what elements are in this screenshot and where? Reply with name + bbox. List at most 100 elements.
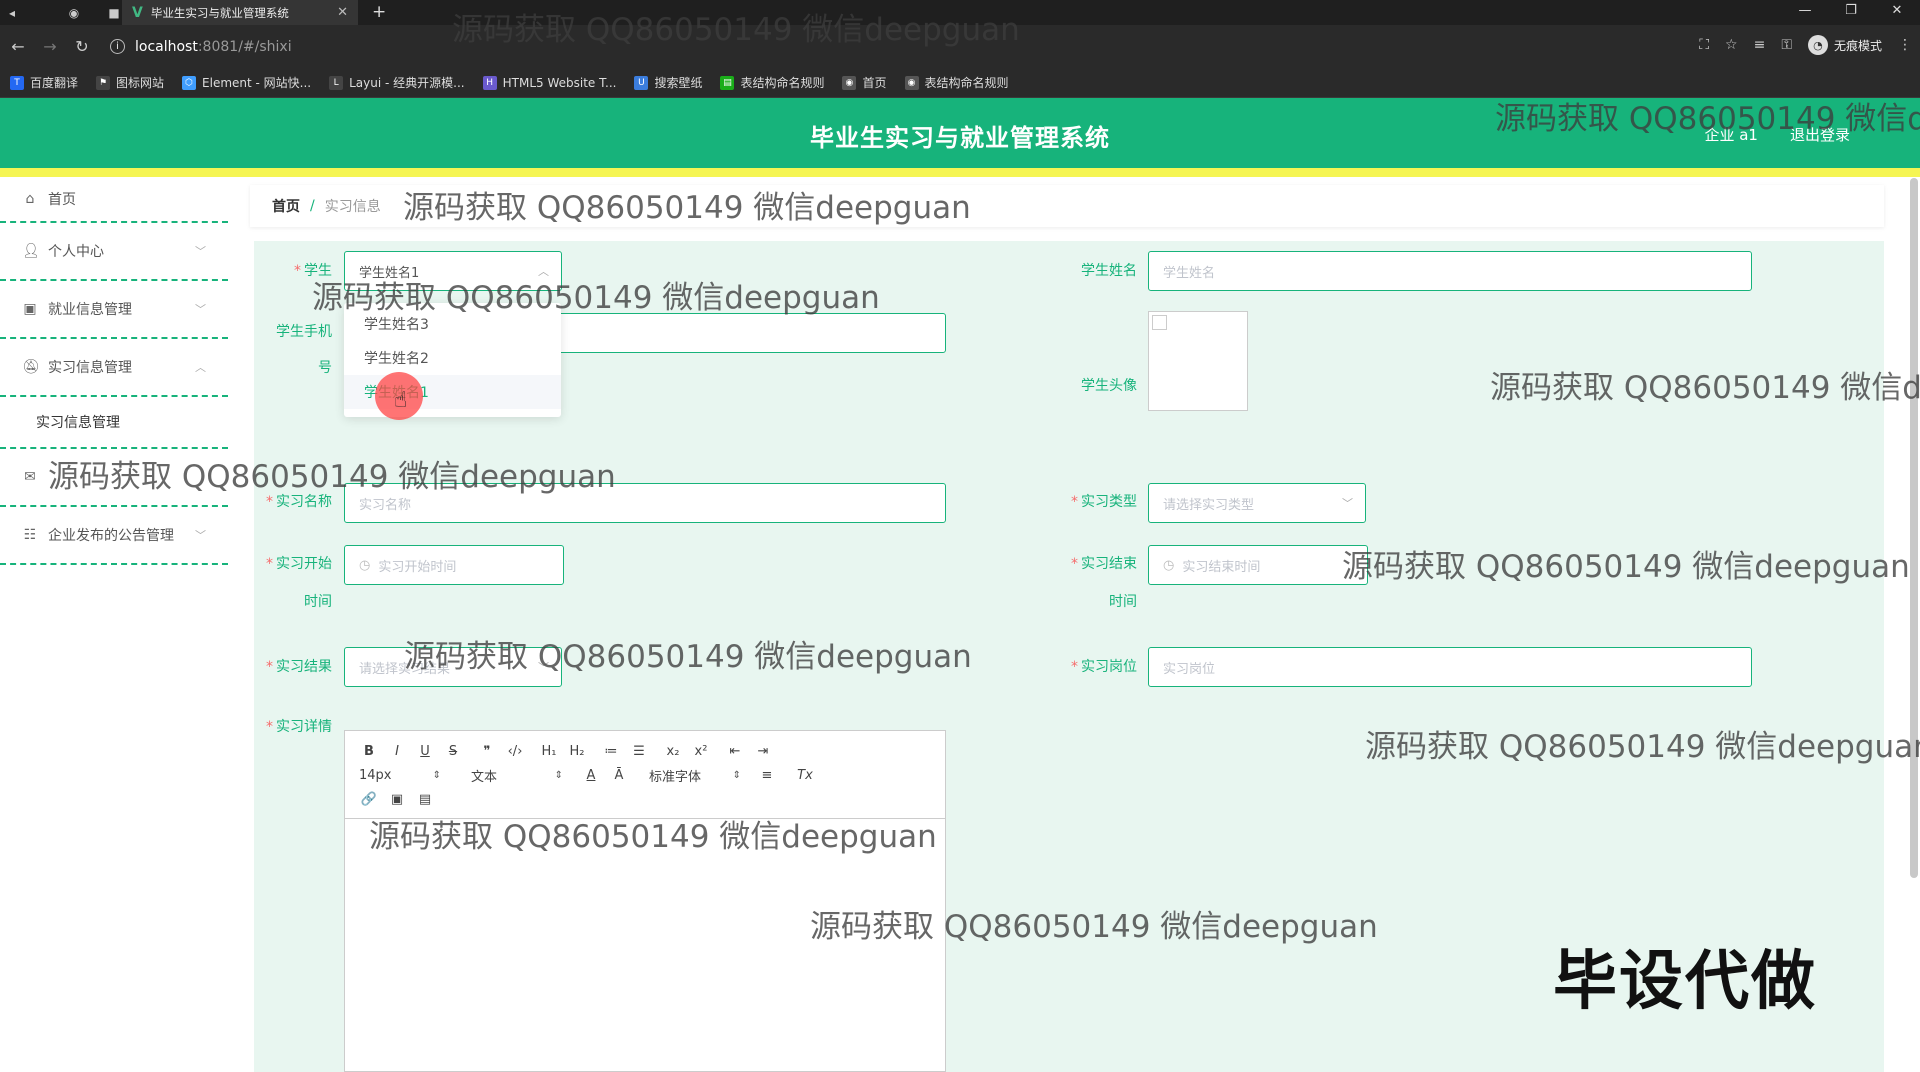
bookmark-item[interactable]: H HTML5 Website T... [482, 75, 616, 90]
start-time-picker[interactable]: ◷ 实习开始时间 [344, 545, 564, 585]
toolbar-row-format: B I U S ❞ ‹/› H₁ H₂ ≔ ☰ x₂ x² ⇤ ⇥ [355, 739, 935, 763]
sidebar-item-employment[interactable]: ▣ 就业信息管理 ﹀ [0, 281, 228, 339]
student-name-input[interactable]: 学生姓名 [1148, 251, 1752, 291]
watermark-stamp: 毕设代做 [1553, 945, 1817, 1019]
strike-button[interactable]: S [439, 744, 467, 759]
italic-button[interactable]: I [383, 744, 411, 759]
font-color-button[interactable]: A [577, 768, 605, 783]
end-time-label: * 实习结束 时间 [1071, 556, 1137, 610]
blockquote-button[interactable]: ❞ [473, 744, 501, 759]
updown-icon: ⇕ [732, 769, 741, 781]
toolbar-row-insert: 🔗 ▣ ▤ [355, 787, 935, 811]
header2-button[interactable]: H₂ [563, 744, 591, 759]
close-window-icon[interactable]: ✕ [1874, 0, 1920, 22]
sidebar-item-internship[interactable]: 🔕︎ 实习信息管理 ︿ [0, 339, 228, 397]
sidebar-item-announcements[interactable]: ☷ 企业发布的公告管理 ﹀ [0, 507, 228, 565]
translate-icon[interactable]: ⛶ [1699, 37, 1709, 53]
back-icon[interactable]: ← [4, 37, 32, 56]
restore-icon[interactable]: ❐ [1828, 0, 1874, 22]
video-button[interactable]: ▤ [411, 792, 439, 807]
indent-button[interactable]: ⇥ [749, 744, 777, 759]
outdent-button[interactable]: ⇤ [721, 744, 749, 759]
superscript-button[interactable]: x² [687, 744, 715, 759]
minimize-icon[interactable]: — [1782, 0, 1828, 22]
sidebar-subitem-internship-manage[interactable]: 实习信息管理 [0, 397, 228, 449]
watermark-text: 源码获取 QQ86050149 微信deepguan [1342, 549, 1910, 585]
bold-button[interactable]: B [355, 744, 383, 759]
sidebar-item-profile[interactable]: 👤︎ 个人中心 ﹀ [0, 223, 228, 281]
globe-bookmark-icon: ◉ [904, 75, 919, 90]
detail-label: * 实习详情 [266, 719, 332, 735]
bookmark-item[interactable]: ◉ 表结构命名规则 [904, 74, 1009, 91]
star-icon[interactable]: ☆ [1725, 37, 1738, 53]
result-label: * 实习结果 [266, 659, 332, 675]
clear-format-button[interactable]: Tx [791, 768, 819, 783]
translate-bookmark-icon: T [10, 75, 24, 90]
ordered-list-button[interactable]: ≔ [597, 744, 625, 759]
align-button[interactable]: ≡ [753, 768, 781, 783]
watermark-text: 源码获取 QQ86050149 微信deepguan [312, 280, 880, 316]
incognito-indicator[interactable]: ◔ 无痕模式 [1807, 35, 1882, 55]
bookmark-item[interactable]: L Layui - 经典开源模... [329, 74, 465, 91]
breadcrumb-current: 实习信息 [324, 199, 381, 215]
incognito-label: 无痕模式 [1833, 38, 1882, 53]
chevron-down-icon: ﹀ [195, 245, 206, 258]
avatar-upload[interactable] [1148, 311, 1248, 411]
watermark-text: 源码获取 QQ86050149 微信deepguan [452, 12, 1020, 48]
bookmark-item[interactable]: ⬡ Element - 网站快... [182, 74, 311, 91]
position-label: * 实习岗位 [1071, 659, 1137, 675]
browser-tab-title: 毕业生实习与就业管理系统 [150, 5, 289, 20]
url-path: :8081/#/shixi [197, 38, 292, 55]
bookmark-item[interactable]: ◉ 首页 [842, 74, 887, 91]
breadcrumb-home[interactable]: 首页 [272, 196, 300, 216]
code-button[interactable]: ‹/› [501, 744, 529, 759]
underline-button[interactable]: U [411, 744, 439, 759]
key-icon[interactable]: ⚿ [1781, 37, 1792, 53]
dropdown-option[interactable]: 学生姓名2 [344, 341, 561, 375]
image-button[interactable]: ▣ [383, 792, 411, 807]
watermark-text: 源码获取 QQ86050149 微信deepguan [1490, 370, 1920, 406]
element-bookmark-icon: ⬡ [182, 75, 197, 90]
reading-list-icon[interactable]: ≡ [1754, 37, 1766, 53]
header1-button[interactable]: H₁ [535, 744, 563, 759]
block-type-select[interactable]: 文本 ⇕ [467, 766, 567, 785]
home-icon: ⌂ [25, 191, 35, 207]
end-time-picker[interactable]: ◷ 实习结束时间 [1148, 545, 1368, 585]
reload-icon[interactable]: ↻ [68, 37, 96, 56]
toolbar-row-select: 14px ⇕ 文本 ⇕ A Ā 标准字体 ⇕ ≡ Tx [355, 763, 935, 787]
sidebar: ⌂ 首页 👤︎ 个人中心 ﹀ ▣ 就业信息管理 ﹀ 🔕︎ 实习信息管理 ︿ 实习… [0, 177, 228, 1072]
user-icon: 👤︎ [22, 243, 40, 259]
background-color-button[interactable]: Ā [605, 768, 633, 783]
intern-type-select[interactable]: 请选择实习类型 ﹀ [1148, 483, 1366, 523]
font-family-select[interactable]: 标准字体 ⇕ [645, 766, 745, 785]
subscript-button[interactable]: x₂ [659, 744, 687, 759]
page-scrollbar[interactable] [1910, 178, 1918, 878]
close-tab-icon[interactable]: ✕ [337, 5, 348, 20]
browser-tab[interactable]: V 毕业生实习与就业管理系统 ✕ [122, 0, 358, 25]
sidebar-item-home[interactable]: ⌂ 首页 [0, 177, 228, 223]
bookmark-item[interactable]: U 搜索壁纸 [634, 74, 702, 91]
bookmark-item[interactable]: T 百度翻译 [10, 74, 78, 91]
clipboard-icon: ▣ [23, 301, 37, 317]
watermark-text: 源码获取 QQ86050149 微信deepguan [1365, 729, 1920, 765]
link-button[interactable]: 🔗 [355, 792, 383, 807]
url-field[interactable]: i localhost:8081/#/shixi [110, 39, 292, 55]
position-input[interactable]: 实习岗位 [1148, 647, 1752, 687]
incognito-icon: ◔ [1807, 35, 1828, 55]
more-menu-icon[interactable]: ⋮ [1898, 37, 1912, 53]
font-size-select[interactable]: 14px ⇕ [355, 768, 445, 783]
bookmark-item[interactable]: ⚑ 图标网站 [96, 74, 164, 91]
watermark-text: 源码获取 QQ86050149 微信deepguan [403, 190, 971, 226]
new-tab-icon[interactable]: + [372, 2, 386, 22]
bullet-list-button[interactable]: ☰ [625, 744, 653, 759]
watermark-text: 源码获取 QQ86050149 微信deepguan [1495, 101, 1920, 137]
clock-icon: ◷ [359, 557, 371, 573]
browser-globe-icon[interactable]: ◉ [62, 6, 86, 20]
forward-icon[interactable]: → [36, 37, 64, 56]
avatar-label: 学生头像 [1081, 378, 1137, 394]
info-icon[interactable]: i [110, 39, 125, 54]
chevron-down-icon: ﹀ [1342, 497, 1353, 510]
audio-icon[interactable]: ◂ [0, 6, 24, 20]
image-placeholder-icon [1152, 315, 1167, 330]
bookmark-item[interactable]: ▤ 表结构命名规则 [720, 74, 824, 91]
